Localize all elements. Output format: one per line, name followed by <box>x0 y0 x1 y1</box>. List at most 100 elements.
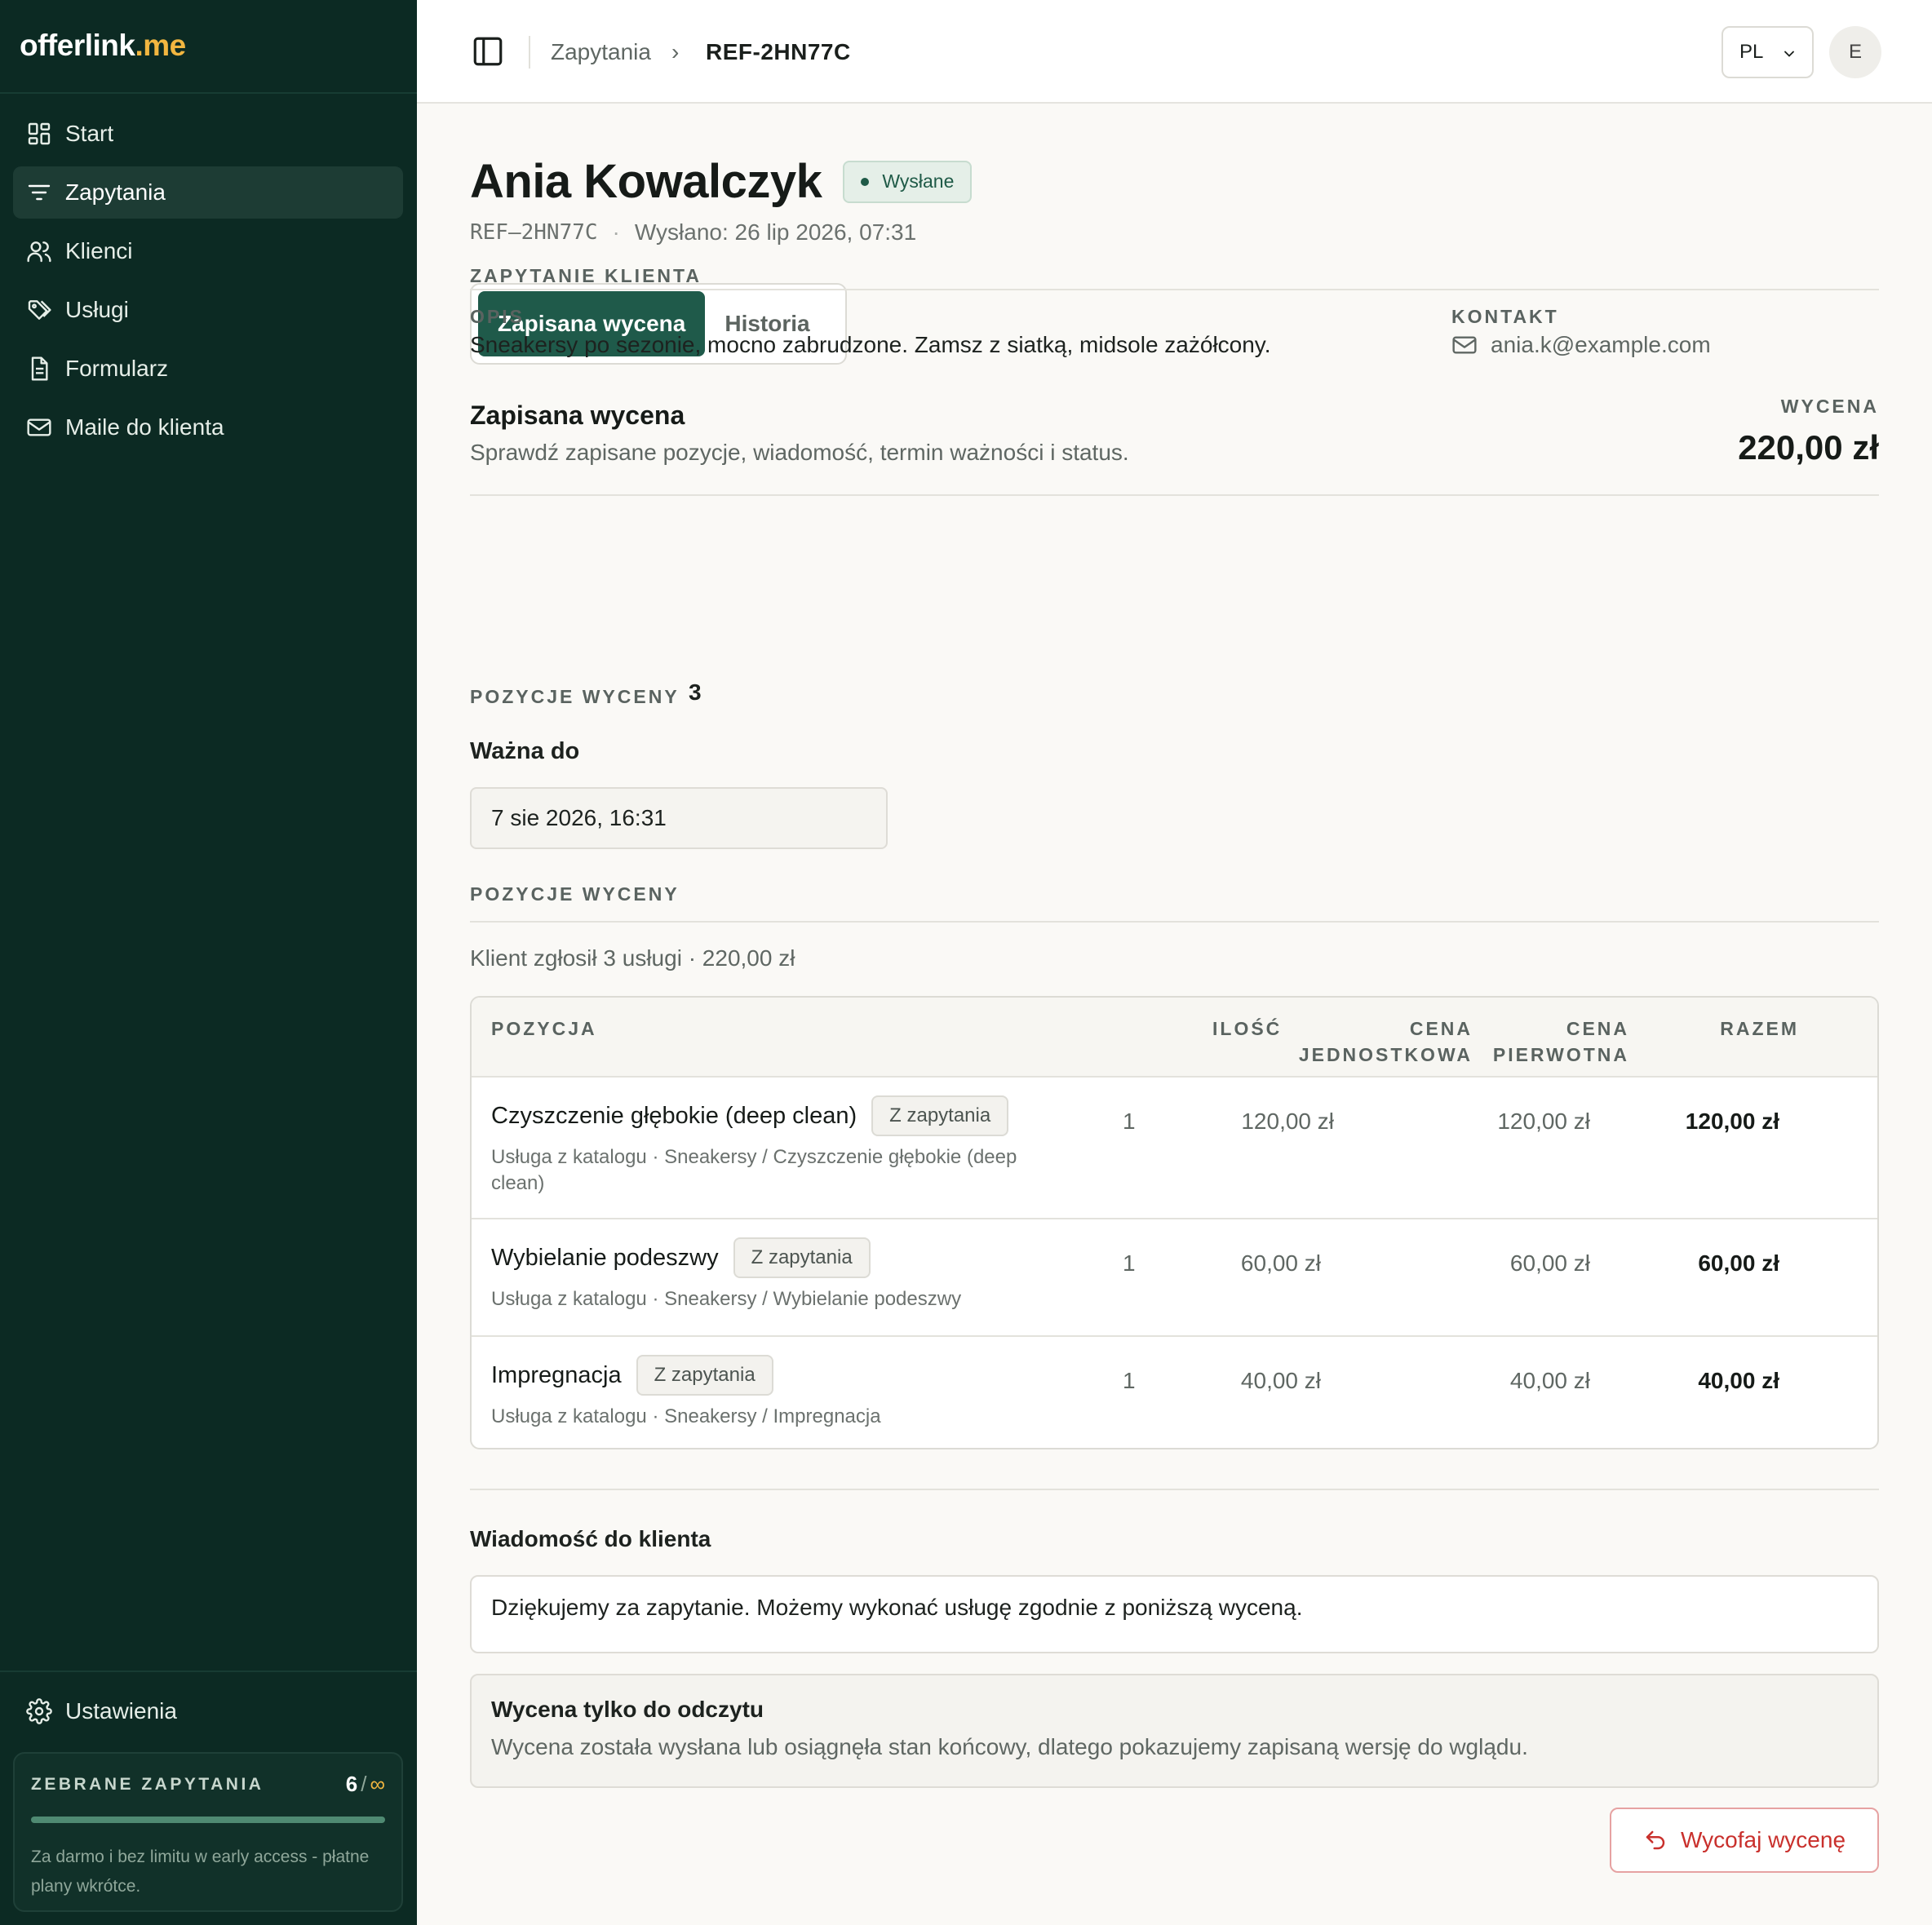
row-subtitle: Usługa z katalogu · Sneakersy / Impregna… <box>491 1405 881 1427</box>
contact-label: KONTAKT <box>1451 306 1559 327</box>
quote-items-section-title: POZYCJE WYCENY <box>470 883 680 905</box>
row-name: Czyszczenie głębokie (deep clean) Z zapyt… <box>491 1095 1009 1136</box>
row-total: 120,00 zł <box>1685 1109 1779 1134</box>
reference-number: REF–2HN77C <box>470 220 598 245</box>
row-subtitle: Usługa z katalogu · Sneakersy / Wybielan… <box>491 1288 962 1310</box>
saved-quote-subtitle: Sprawdź zapisane pozycje, wiadomość, ter… <box>470 440 1129 465</box>
row-name: Wybielanie podeszwy Z zapytania <box>491 1237 871 1278</box>
sidebar-item-label: Start <box>65 121 114 146</box>
breadcrumb-zapytania[interactable]: Zapytania <box>551 36 651 69</box>
description-label: OPIS <box>470 306 525 327</box>
sidebar-item-klienci[interactable]: Klienci <box>13 225 403 277</box>
topbar-divider <box>529 36 530 69</box>
app-logo[interactable]: offerlink .me <box>20 21 186 70</box>
sidebar-divider <box>0 92 417 94</box>
tags-icon <box>28 300 51 320</box>
row-unit-price: 60,00 zł <box>1240 1250 1321 1276</box>
saved-quote-title: Zapisana wycena <box>470 400 685 430</box>
row-original-price: 40,00 zł <box>1509 1368 1590 1393</box>
divider <box>470 289 1879 290</box>
divider <box>470 1489 1879 1490</box>
table-row: Impregnacja Z zapytania Usługa z katalogu… <box>472 1337 1877 1448</box>
row-original-price: 60,00 zł <box>1509 1250 1590 1276</box>
divider <box>470 921 1879 923</box>
row-original-price: 120,00 zł <box>1497 1109 1590 1134</box>
sent-date: Wysłano: 26 lip 2026, 07:31 <box>634 219 917 245</box>
quota-progress-bar <box>31 1817 385 1823</box>
contact-email[interactable]: ania.k@example.com <box>1451 332 1711 358</box>
users-icon <box>27 241 51 263</box>
gear-icon <box>26 1698 52 1724</box>
valid-until-label: Ważna do <box>470 738 580 764</box>
request-meta: REF–2HN77C · Wysłano: 26 lip 2026, 07:31 <box>470 219 916 246</box>
quote-items-table: POZYCJA ILOŚĆ CENA JEDNOSTKOWA CENA PIERWO… <box>470 996 1879 1449</box>
sidebar-divider <box>0 1671 417 1672</box>
sidebar-item-label: Zapytania <box>65 179 166 205</box>
language-value: PL <box>1739 41 1764 63</box>
row-name: Impregnacja Z zapytania <box>491 1355 773 1396</box>
row-unit-price: 40,00 zł <box>1240 1368 1321 1393</box>
sidebar-item-formularz[interactable]: Formularz <box>13 343 403 395</box>
quota-card: ZEBRANE ZAPYTANIA 6/∞ Za darmo i bez lim… <box>13 1752 403 1912</box>
sidebar-item-label: Formularz <box>65 356 169 381</box>
column-header-position: POZYCJA <box>491 1018 597 1039</box>
readonly-text: Wycena została wysłana lub osiągnęła sta… <box>491 1734 1528 1759</box>
quote-items-label: POZYCJE WYCENY <box>470 686 680 707</box>
sidebar-toggle-icon[interactable] <box>471 34 505 69</box>
quote-total-label: WYCENA <box>1780 396 1879 417</box>
chevron-down-icon <box>1784 51 1794 57</box>
withdraw-quote-button[interactable]: Wycofaj wycenę <box>1610 1808 1879 1873</box>
avatar[interactable]: E <box>1829 26 1881 78</box>
column-header-total: RAZEM <box>1720 1018 1799 1039</box>
logo-main: offerlink <box>20 29 135 62</box>
column-header-quantity: ILOŚĆ <box>1212 1018 1283 1039</box>
row-total: 40,00 zł <box>1698 1368 1779 1393</box>
row-subtitle: Usługa z katalogu · Sneakersy / Czyszcze… <box>491 1146 1017 1194</box>
row-tag: Z zapytania <box>871 1095 1009 1136</box>
sidebar-item-start[interactable]: Start <box>13 108 403 160</box>
sidebar: offerlink .me Start Zapytania Klienci Usł… <box>0 0 417 1925</box>
divider <box>470 494 1879 496</box>
mail-icon <box>27 418 51 436</box>
sidebar-item-maile[interactable]: Maile do klienta <box>13 401 403 454</box>
quota-note: Za darmo i bez limitu w early access - p… <box>31 1848 370 1896</box>
quote-items-count: 3 <box>689 679 702 705</box>
page-title: Ania Kowalczyk <box>470 155 822 208</box>
row-unit-price: 120,00 zł <box>1241 1109 1334 1134</box>
undo-icon <box>1646 1830 1665 1850</box>
valid-until-field[interactable]: 7 sie 2026, 16:31 <box>470 787 888 849</box>
filter-lines-icon <box>28 184 51 201</box>
message-label: Wiadomość do klienta <box>470 1526 711 1551</box>
mail-icon <box>1452 336 1477 354</box>
sidebar-item-uslugi[interactable]: Usługi <box>13 284 403 336</box>
document-icon <box>31 356 48 381</box>
breadcrumb-current: REF-2HN77C <box>706 39 851 64</box>
sidebar-item-label: Klienci <box>65 238 133 263</box>
message-box[interactable]: Dziękujemy za zapytanie. Możemy wykonać … <box>470 1575 1879 1653</box>
row-quantity: 1 <box>1123 1250 1136 1276</box>
chevron-right-icon: › <box>671 39 680 64</box>
readonly-notice: Wycena tylko do odczytu Wycena została w… <box>470 1674 1879 1788</box>
row-tag: Z zapytania <box>733 1237 871 1278</box>
settings-label: Ustawienia <box>65 1698 177 1724</box>
quote-total-value: 220,00 zł <box>1738 428 1879 467</box>
quota-title: ZEBRANE ZAPYTANIA <box>31 1774 264 1794</box>
column-header-unit-price: CENA JEDNOSTKOWA <box>1298 1018 1473 1065</box>
status-dot-icon <box>861 177 870 186</box>
sidebar-item-label: Usługi <box>65 297 129 322</box>
status-badge: Wysłane <box>843 160 973 203</box>
row-tag: Z zapytania <box>636 1355 773 1396</box>
description-text: Sneakersy po sezonie, mocno zabrudzone. … <box>470 332 1271 357</box>
table-header: POZYCJA ILOŚĆ CENA JEDNOSTKOWA CENA PIERWO… <box>472 998 1877 1078</box>
column-header-original-price: CENA PIERWOTNA <box>1492 1018 1629 1065</box>
sidebar-item-label: Maile do klienta <box>65 414 224 440</box>
client-summary: Klient zgłosił 3 usługi · 220,00 zł <box>470 945 795 971</box>
sidebar-item-settings[interactable]: Ustawienia <box>13 1685 403 1737</box>
meta-separator: · <box>612 219 620 245</box>
row-total: 60,00 zł <box>1698 1250 1779 1276</box>
sidebar-nav: Start Zapytania Klienci Usługi Formularz… <box>13 108 403 460</box>
sidebar-item-zapytania[interactable]: Zapytania <box>13 166 403 219</box>
language-select[interactable]: PL <box>1722 26 1814 78</box>
topbar: Zapytania › REF-2HN77C PL E <box>417 0 1932 104</box>
logo-accent: .me <box>135 29 186 62</box>
